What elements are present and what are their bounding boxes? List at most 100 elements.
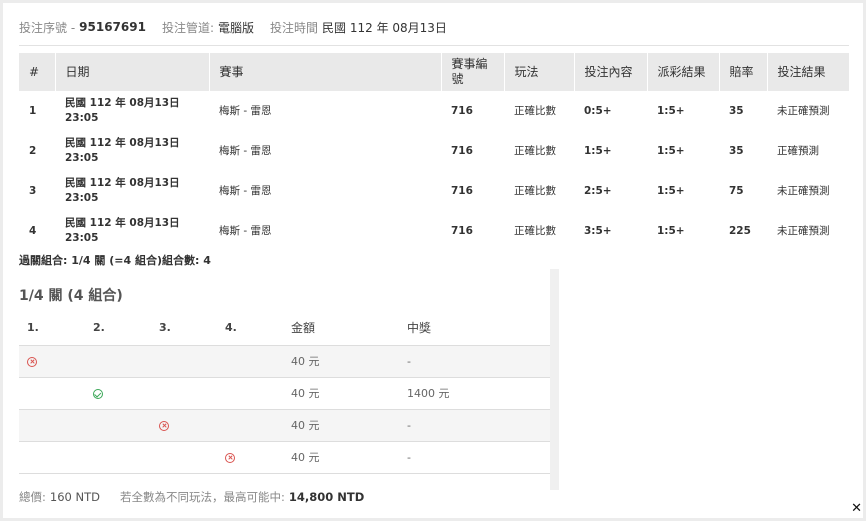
row-play: 正確比數: [514, 144, 556, 157]
serial-label: 投注序號 -: [19, 20, 76, 35]
row-payout: 1:5+: [657, 104, 685, 117]
row-odds: 35: [729, 144, 744, 157]
row-play: 正確比數: [514, 104, 556, 117]
row-result: 未正確預測: [777, 224, 830, 237]
row-date: 民國 112 年 08月13日 23:05: [55, 91, 209, 131]
row-payout: 1:5+: [657, 144, 685, 157]
time-label: 投注時間: [270, 20, 319, 35]
combo-table: 1. 2. 3. 4. 金額 中獎 40 元 - 40 元 1400 元 40 …: [19, 311, 550, 474]
cross-circle-icon: [159, 420, 169, 431]
time-text: 23:05: [65, 232, 99, 244]
leg-4-header: 4.: [217, 311, 283, 346]
row-match-no: 716: [451, 104, 473, 117]
leg-1-header: 1.: [19, 311, 85, 346]
row-result: 未正確預測: [777, 104, 830, 117]
totals-footer: 總價: 160 NTD 若全數為不同玩法，最高可能中: 14,800 NTD: [19, 489, 364, 505]
row-result: 正確預測: [777, 144, 819, 157]
time-text: 23:05: [65, 112, 99, 124]
combo-header-row: 1. 2. 3. 4. 金額 中獎: [19, 311, 550, 346]
row-content: 1:5+: [584, 144, 612, 157]
combo-prize: 1400 元: [399, 377, 550, 410]
row-match-no: 716: [451, 224, 473, 237]
combo-row: 40 元 -: [19, 441, 550, 474]
table-row: 2 民國 112 年 08月13日 23:05 梅斯 - 雷恩 716 正確比數 …: [19, 131, 849, 171]
leg-2-header: 2.: [85, 311, 151, 346]
row-content: 0:5+: [584, 104, 612, 117]
combo-amount: 40 元: [283, 377, 399, 410]
max-label: 若全數為不同玩法，最高可能中:: [119, 490, 285, 504]
row-date: 民國 112 年 08月13日 23:05: [55, 131, 209, 171]
combo-row: 40 元 -: [19, 345, 550, 378]
col-header: 日期: [55, 53, 210, 91]
combo-prize: -: [399, 345, 550, 378]
row-payout: 1:5+: [657, 184, 685, 197]
serial-value: 95167691: [79, 20, 146, 34]
combo-section: 1/4 關 (4 組合) 1. 2. 3. 4. 金額 中獎 40 元 - 40…: [19, 269, 559, 490]
row-content: 3:5+: [584, 224, 612, 237]
time-text: 23:05: [65, 152, 99, 164]
header-divider: [19, 45, 849, 46]
time-value: 民國 112 年 08月13日: [322, 20, 447, 35]
col-header: 派彩結果: [647, 53, 720, 91]
row-number: 1: [29, 104, 37, 117]
cross-circle-icon: [225, 452, 235, 463]
row-number: 4: [29, 224, 37, 237]
channel-value: 電腦版: [218, 20, 255, 35]
prize-header: 中獎: [399, 311, 550, 346]
check-circle-icon: [93, 388, 103, 399]
combo-row: 40 元 1400 元: [19, 377, 550, 410]
row-play: 正確比數: [514, 184, 556, 197]
col-header: 賽事編號: [441, 53, 505, 91]
cross-circle-icon: [27, 356, 37, 367]
col-header: 投注結果: [767, 53, 850, 91]
bet-detail-panel: 投注序號 - 95167691 投注管道: 電腦版 投注時間 民國 112 年 …: [3, 3, 863, 518]
combo-amount: 40 元: [283, 345, 399, 378]
table-row: 1 民國 112 年 08月13日 23:05 梅斯 - 雷恩 716 正確比數 …: [19, 91, 849, 131]
leg-3-header: 3.: [151, 311, 217, 346]
table-row: 4 民國 112 年 08月13日 23:05 梅斯 - 雷恩 716 正確比數 …: [19, 211, 849, 251]
date-text: 民國 112 年 08月13日: [65, 137, 180, 149]
total-label: 總價:: [19, 490, 46, 504]
combo-prize: -: [399, 441, 550, 474]
row-match: 梅斯 - 雷恩: [219, 184, 272, 197]
col-header: 玩法: [504, 53, 575, 91]
row-odds: 225: [729, 224, 751, 237]
combo-summary: 過關組合: 1/4 關 (=4 組合)組合數: 4: [19, 254, 211, 267]
table-row: 3 民國 112 年 08月13日 23:05 梅斯 - 雷恩 716 正確比數 …: [19, 171, 849, 211]
row-match-no: 716: [451, 184, 473, 197]
date-text: 民國 112 年 08月13日: [65, 217, 180, 229]
combo-row: 40 元 -: [19, 409, 550, 442]
row-payout: 1:5+: [657, 224, 685, 237]
combo-amount: 40 元: [283, 441, 399, 474]
col-header: 賠率: [719, 53, 768, 91]
row-result: 未正確預測: [777, 184, 830, 197]
row-match: 梅斯 - 雷恩: [219, 104, 272, 117]
bet-header: 投注序號 - 95167691 投注管道: 電腦版 投注時間 民國 112 年 …: [19, 17, 447, 37]
row-match: 梅斯 - 雷恩: [219, 224, 272, 237]
combo-title: 1/4 關 (4 組合): [19, 288, 123, 304]
section-divider: [550, 269, 559, 490]
date-text: 民國 112 年 08月13日: [65, 177, 180, 189]
channel-label: 投注管道:: [161, 20, 214, 35]
row-match-no: 716: [451, 144, 473, 157]
row-date: 民國 112 年 08月13日 23:05: [55, 171, 209, 211]
combo-amount: 40 元: [283, 409, 399, 442]
col-header: 投注內容: [574, 53, 648, 91]
combo-prize: -: [399, 409, 550, 442]
amount-header: 金額: [283, 311, 399, 346]
row-match: 梅斯 - 雷恩: [219, 144, 272, 157]
close-icon[interactable]: ✕: [851, 502, 862, 515]
date-text: 民國 112 年 08月13日: [65, 97, 180, 109]
total-value: 160 NTD: [49, 490, 100, 504]
max-value: 14,800 NTD: [288, 490, 365, 504]
col-header: #: [19, 53, 56, 91]
row-number: 2: [29, 144, 37, 157]
bets-header-row: # 日期 賽事 賽事編號 玩法 投注內容 派彩結果 賠率 投注結果: [19, 53, 850, 91]
row-play: 正確比數: [514, 224, 556, 237]
row-odds: 35: [729, 104, 744, 117]
time-text: 23:05: [65, 192, 99, 204]
bets-table: # 日期 賽事 賽事編號 玩法 投注內容 派彩結果 賠率 投注結果 1 民國 1…: [19, 53, 850, 251]
row-odds: 75: [729, 184, 744, 197]
row-content: 2:5+: [584, 184, 612, 197]
row-number: 3: [29, 184, 37, 197]
